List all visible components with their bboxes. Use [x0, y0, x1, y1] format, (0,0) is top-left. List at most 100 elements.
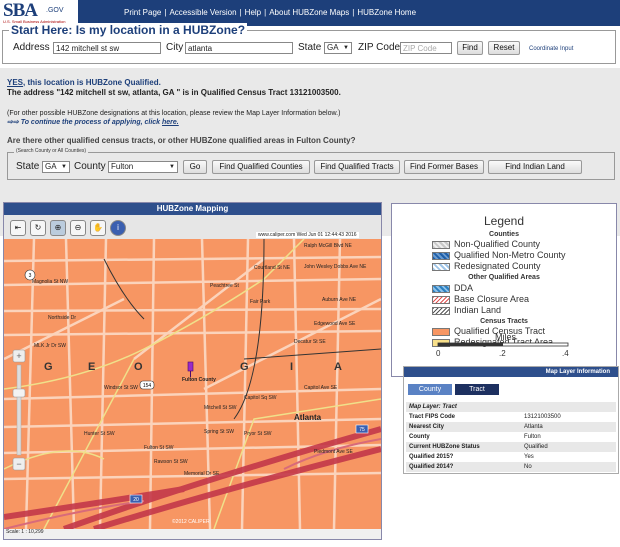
route-badge: 154	[143, 383, 152, 389]
street-label: Piedmont Ave SE	[314, 449, 353, 455]
zoom-out-icon[interactable]: ⊖	[70, 220, 86, 236]
georgia-letter: O	[134, 361, 143, 373]
continue-here-link[interactable]: here.	[162, 119, 179, 126]
find-former-bases-button[interactable]: Find Former Bases	[404, 160, 484, 174]
miles-label: Miles	[495, 332, 517, 342]
miles-tick: .4	[562, 349, 569, 358]
street-label: Capitol Sq SW	[244, 395, 277, 401]
street-label: Northside Dr	[48, 315, 76, 321]
miles-tick: .2	[499, 349, 506, 358]
street-label: Peachtree St	[210, 283, 240, 289]
coordinate-input-link[interactable]: Coordinate Input	[529, 46, 573, 52]
street-label: Edgewood Ave SE	[314, 321, 356, 327]
georgia-letter: A	[334, 361, 342, 373]
find-button[interactable]: Find	[457, 41, 483, 55]
zip-input[interactable]: ZIP Code	[400, 42, 452, 54]
tab-county[interactable]: County	[408, 384, 452, 395]
chevron-down-icon: ▼	[169, 164, 175, 170]
georgia-letter: I	[290, 361, 293, 373]
street-label: Mitchell St SW	[204, 405, 237, 411]
arrow-right-icon: ⇨⇨	[7, 119, 19, 126]
refresh-icon[interactable]: ↻	[30, 220, 46, 236]
find-indian-land-button[interactable]: Find Indian Land	[488, 160, 582, 174]
street-label: Capitol Ave SE	[304, 385, 338, 391]
state-select[interactable]: GA ▼	[324, 42, 352, 54]
find-qualified-counties-button[interactable]: Find Qualified Counties	[212, 160, 310, 174]
route-badge: 75	[359, 427, 365, 433]
reset-button[interactable]: Reset	[488, 41, 520, 55]
zip-label: ZIP Code	[358, 42, 401, 53]
find-qualified-tracts-button[interactable]: Find Qualified Tracts	[314, 160, 400, 174]
legend-other-heading: Other Qualified Areas	[468, 274, 540, 281]
search-state-value: GA	[45, 162, 57, 171]
nav-print-page[interactable]: Print Page	[124, 8, 161, 17]
state-label: State	[298, 42, 322, 53]
logo-gov: .GOV	[46, 7, 64, 14]
street-label: Hunter St SW	[84, 431, 115, 437]
nav-accessible-version[interactable]: Accessible Version	[169, 8, 236, 17]
hubzone-map-window: HUBZone Mapping ⇤ ↻ ⊕ ⊖ ✋ i www.caliper.…	[3, 202, 382, 540]
legend-swatch	[432, 252, 450, 260]
street-label: Pryor St SW	[244, 431, 272, 437]
other-designations-text: (For other possible HUBZone designations…	[7, 110, 341, 117]
table-row: Qualified 2015? Yes	[409, 454, 534, 460]
miles-tick: 0	[436, 349, 441, 358]
table-row: Nearest City Atlanta	[406, 422, 616, 432]
city-input[interactable]: atlanta	[185, 42, 293, 54]
svg-text:−: −	[16, 459, 21, 469]
svg-text:+: +	[16, 351, 21, 361]
search-county-select[interactable]: Fulton ▼	[108, 161, 178, 173]
table-row: Qualified 2014? No	[406, 462, 616, 472]
route-badge: 3	[29, 273, 32, 279]
map-scale: Scale: 1 : 10,299	[6, 529, 44, 535]
legend-swatch	[432, 285, 450, 293]
address-input[interactable]: 142 mitchell st sw	[53, 42, 161, 54]
nav-about-hubzone-maps[interactable]: About HUBZone Maps	[269, 8, 349, 17]
tab-tract[interactable]: Tract	[455, 384, 499, 395]
street-label: Spring St SW	[204, 429, 234, 435]
zoom-slider-track[interactable]	[16, 364, 22, 456]
table-row: Current HUBZone Status Qualified	[406, 442, 616, 452]
search-state-label: State	[16, 161, 40, 172]
go-button[interactable]: Go	[183, 160, 207, 174]
top-nav: Print Page | Accessible Version | Help | About…	[124, 8, 416, 17]
street-label: Rawson St SW	[154, 459, 188, 465]
street-label: Magnolia St NW	[32, 279, 68, 285]
qualified-text: , this location is HUBZone Qualified.	[23, 78, 161, 87]
street-label: Fair Park	[250, 299, 271, 305]
back-icon[interactable]: ⇤	[10, 220, 26, 236]
street-label: Ralph McGill Blvd NE	[304, 243, 352, 249]
georgia-letter: E	[88, 361, 95, 373]
street-label: Courtland St NE	[254, 265, 291, 271]
street-label: Memorial Dr SE	[184, 471, 220, 477]
nav-help[interactable]: Help	[245, 8, 261, 17]
city-label: City	[166, 42, 184, 53]
nav-separator: |	[164, 8, 167, 17]
nav-separator: |	[239, 8, 242, 17]
map-toolbar: ⇤ ↻ ⊕ ⊖ ✋ i www.caliper.com Wed Jun 01 1…	[4, 215, 381, 240]
continue-line: ⇨⇨ To continue the process of applying, …	[7, 118, 179, 126]
pan-hand-icon[interactable]: ✋	[90, 220, 106, 236]
map-canvas[interactable]: Ralph McGill Blvd NE John Wesley Dobbs A…	[4, 239, 381, 529]
street-label: John Wesley Dobbs Ave NE	[304, 264, 367, 270]
georgia-letter: G	[44, 361, 53, 373]
nav-hubzone-home[interactable]: HUBZone Home	[357, 8, 416, 17]
start-title: Start Here: Is my location in a HUBZone?	[9, 23, 248, 37]
map-layer-info-title: Map Layer Information	[404, 367, 618, 377]
address-search-form: Start Here: Is my location in a HUBZone?…	[2, 23, 616, 64]
street-label: Fulton St SW	[144, 445, 174, 451]
georgia-letter: G	[240, 361, 249, 373]
county-search-form: (Search County or All Counties) State GA…	[7, 148, 615, 180]
zoom-slider-handle[interactable]	[12, 388, 26, 398]
map-copyright: ©2012 CALIPER	[172, 518, 210, 525]
continue-text: To continue the process of applying, cli…	[20, 119, 161, 126]
yes-link[interactable]: YES	[7, 78, 23, 87]
street-label: Decatur St SE	[294, 339, 326, 345]
chevron-down-icon: ▼	[343, 45, 349, 51]
zoom-in-icon[interactable]: ⊕	[50, 220, 66, 236]
street-label: MLK Jr Dr SW	[34, 343, 66, 349]
layer-info-table: Map Layer: Tract Tract FIPS Code 13121003…	[406, 402, 616, 472]
search-state-select[interactable]: GA ▼	[42, 161, 70, 173]
legend-title: Legend	[483, 214, 525, 228]
info-icon[interactable]: i	[110, 220, 126, 236]
